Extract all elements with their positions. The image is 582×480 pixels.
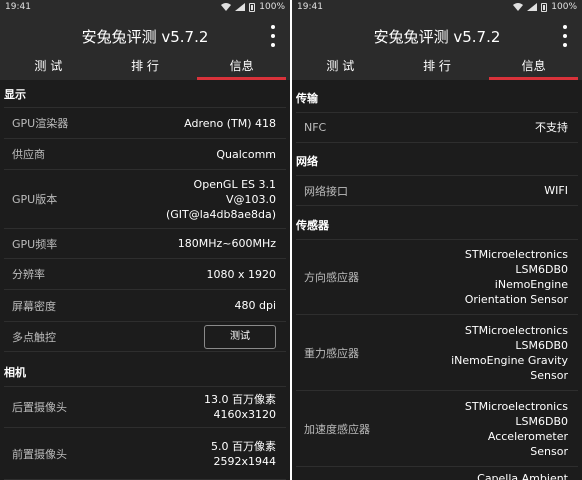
tab-info[interactable]: 信息: [485, 56, 582, 80]
wifi-icon: [513, 3, 524, 11]
row-value: 5.0 百万像素 2592x1944: [211, 439, 276, 468]
more-vert-icon[interactable]: [270, 25, 276, 47]
row-screen-density: 屏幕密度 480 dpi: [4, 290, 286, 322]
row-value: Capella Ambient: [477, 472, 568, 480]
app-bar: 安兔兔评测 v5.7.2: [0, 16, 290, 56]
tab-bar: 测 试 排 行 信息: [0, 56, 290, 80]
row-front-camera: 前置摄像头 5.0 百万像素 2592x1944: [4, 428, 286, 480]
row-resolution: 分辨率 1080 x 1920: [4, 259, 286, 290]
tab-ranking[interactable]: 排 行: [389, 56, 486, 80]
status-time: 19:41: [297, 2, 323, 12]
row-value: WIFI: [544, 184, 568, 197]
row-value: 480 dpi: [234, 299, 276, 312]
row-label: 后置摄像头: [12, 401, 67, 414]
row-gpu-frequency: GPU频率 180MHz~600MHz: [4, 229, 286, 259]
row-value: 1080 x 1920: [206, 267, 277, 281]
row-label: 加速度感应器: [304, 422, 370, 436]
row-label: 方向感应器: [304, 271, 359, 284]
section-transfer: 传输: [296, 92, 318, 105]
row-label: 前置摄像头: [12, 447, 67, 461]
row-gravity-sensor: 重力感应器 STMicroelectronics LSM6DB0 iNemoEn…: [296, 315, 578, 391]
row-value: OpenGL ES 3.1 V@103.0 (GIT@la4db8ae8da): [165, 177, 276, 221]
row-vendor: 供应商 Qualcomm: [4, 139, 286, 170]
screen-left: 19:41 100% 安兔兔评测 v5.7.2 测 试 排 行 信息 显示 GP…: [0, 0, 290, 480]
battery-percent: 100%: [551, 2, 577, 12]
row-rear-camera: 后置摄像头 13.0 百万像素 4160x3120: [4, 386, 286, 428]
app-title: 安兔兔评测 v5.7.2: [373, 28, 501, 46]
row-light-sensor: Capella Ambient: [296, 471, 578, 480]
row-value: Adreno (TM) 418: [184, 116, 276, 130]
tab-info[interactable]: 信息: [193, 56, 290, 80]
app-title: 安兔兔评测 v5.7.2: [81, 28, 209, 46]
row-label: NFC: [304, 121, 327, 134]
signal-icon: [235, 3, 246, 11]
row-value: 13.0 百万像素 4160x3120: [204, 393, 276, 421]
row-value: STMicroelectronics LSM6DB0 iNemoEngine G…: [451, 323, 568, 382]
status-time: 19:41: [5, 2, 31, 12]
info-content-right[interactable]: 传输 NFC 不支持 网络 网络接口 WIFI 传感器 方向感应器 STMicr…: [292, 80, 582, 480]
row-nfc: NFC 不支持: [296, 112, 578, 143]
row-value: STMicroelectronics LSM6DB0 Accelerometer…: [464, 399, 568, 458]
row-orientation-sensor: 方向感应器 STMicroelectronics LSM6DB0 iNemoEn…: [296, 239, 578, 315]
row-label: 分辨率: [12, 268, 45, 281]
section-sensors: 传感器: [296, 219, 329, 232]
wifi-icon: [221, 3, 232, 11]
battery-percent: 100%: [259, 2, 285, 12]
section-network: 网络: [296, 155, 318, 168]
row-accelerometer-sensor: 加速度感应器 STMicroelectronics LSM6DB0 Accele…: [296, 391, 578, 467]
row-value: Qualcomm: [216, 147, 276, 161]
status-bar: 19:41 100%: [0, 0, 290, 16]
multitouch-test-button[interactable]: 测试: [204, 324, 276, 349]
app-bar: 安兔兔评测 v5.7.2: [292, 16, 582, 56]
screen-right: 19:41 100% 安兔兔评测 v5.7.2 测 试 排 行 信息 传输 NF…: [292, 0, 582, 480]
row-label: 重力感应器: [304, 346, 359, 360]
section-camera: 相机: [4, 366, 26, 379]
row-label: 屏幕密度: [12, 299, 56, 313]
more-vert-icon[interactable]: [562, 25, 568, 47]
tab-test[interactable]: 测 试: [292, 56, 389, 80]
row-label: 网络接口: [304, 184, 348, 198]
row-label: 供应商: [12, 148, 45, 161]
tab-ranking[interactable]: 排 行: [97, 56, 194, 80]
battery-icon: [541, 2, 548, 12]
row-value: 不支持: [535, 121, 568, 134]
row-label: 多点触控: [12, 330, 56, 344]
row-network-interface: 网络接口 WIFI: [296, 175, 578, 206]
row-gpu-renderer: GPU渲染器 Adreno (TM) 418: [4, 107, 286, 139]
tab-bar: 测 试 排 行 信息: [292, 56, 582, 80]
signal-icon: [527, 3, 538, 11]
row-label: GPU渲染器: [12, 117, 69, 130]
row-multitouch: 多点触控 测试: [4, 322, 286, 352]
row-value: 180MHz~600MHz: [177, 237, 276, 250]
section-display: 显示: [4, 88, 26, 101]
status-bar: 19:41 100%: [292, 0, 582, 16]
row-value: STMicroelectronics LSM6DB0 iNemoEngine O…: [464, 248, 568, 306]
row-gpu-version: GPU版本 OpenGL ES 3.1 V@103.0 (GIT@la4db8a…: [4, 170, 286, 229]
info-content-left[interactable]: 显示 GPU渲染器 Adreno (TM) 418 供应商 Qualcomm G…: [0, 80, 290, 480]
tab-test[interactable]: 测 试: [0, 56, 97, 80]
row-label: GPU版本: [12, 193, 58, 206]
row-label: GPU频率: [12, 237, 58, 251]
battery-icon: [249, 2, 256, 12]
